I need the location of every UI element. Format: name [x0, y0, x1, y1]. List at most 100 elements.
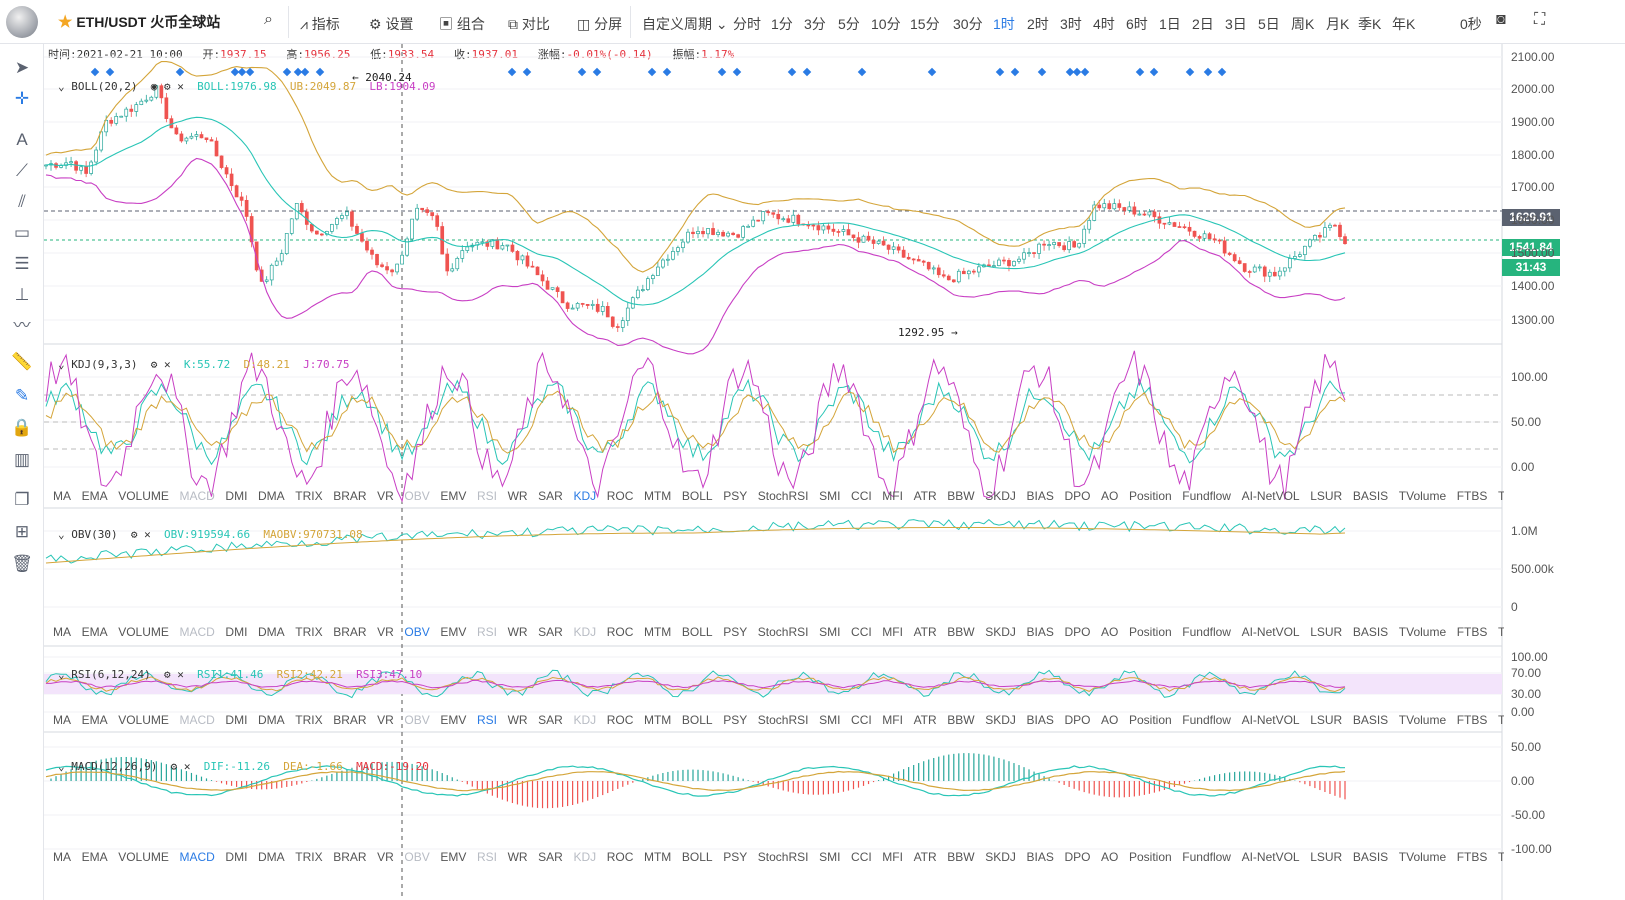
indicator-tab-psy[interactable]: PSY [723, 489, 747, 503]
indicator-tab-skdj[interactable]: SKDJ [985, 850, 1016, 864]
period-7[interactable]: 1时 [993, 14, 1015, 34]
period-10[interactable]: 4时 [1093, 14, 1115, 34]
indicator-tab-cci[interactable]: CCI [851, 489, 872, 503]
indicator-tab-sar[interactable]: SAR [538, 713, 563, 727]
indicator-tab-volume[interactable]: VOLUME [118, 850, 169, 864]
indicator-tab-tvolume[interactable]: TVolume [1399, 713, 1446, 727]
indicator-tab-ema[interactable]: EMA [82, 713, 108, 727]
indicator-tab-ftbs[interactable]: FTBS [1457, 713, 1488, 727]
indicator-tab-ai-netvol[interactable]: AI-NetVOL [1242, 489, 1300, 503]
period-0[interactable]: 分时 [733, 14, 761, 34]
indicator-tab-boll[interactable]: BOLL [682, 625, 713, 639]
indicator-tab-ma[interactable]: MA [53, 713, 71, 727]
indicator-tab-wr[interactable]: WR [508, 625, 528, 639]
period-4[interactable]: 10分 [871, 14, 901, 34]
period-14[interactable]: 3日 [1225, 14, 1247, 34]
indicator-tab-macd[interactable]: MACD [179, 489, 214, 503]
indicator-tab-vr[interactable]: VR [377, 850, 394, 864]
indicator-tab-position[interactable]: Position [1129, 713, 1172, 727]
indicator-tab-bias[interactable]: BIAS [1026, 850, 1053, 864]
indicator-tab-roc[interactable]: ROC [607, 489, 634, 503]
indicator-tab-vr[interactable]: VR [377, 625, 394, 639]
indicator-tab-tvolume[interactable]: TVolume [1399, 625, 1446, 639]
indicator-tab-position[interactable]: Position [1129, 850, 1172, 864]
fullscreen-icon[interactable]: ⛶ [1534, 11, 1545, 29]
combine-button[interactable]: ▣ 组合 [439, 14, 485, 34]
camera-icon[interactable]: ◙ [1496, 11, 1506, 29]
indicator-tab-ftbs[interactable]: FTBS [1457, 489, 1488, 503]
indicator-tab-bias[interactable]: BIAS [1026, 713, 1053, 727]
indicator-tab-trix[interactable]: TRIX [295, 713, 322, 727]
indicator-tab-mtm[interactable]: MTM [644, 489, 671, 503]
period-18[interactable]: 季K [1358, 14, 1381, 34]
indicator-tab-atr[interactable]: ATR [914, 850, 937, 864]
ruler-icon[interactable]: 📏 [10, 350, 34, 374]
layers-icon[interactable]: ⊞ [10, 520, 34, 544]
indicator-tab-volume[interactable]: VOLUME [118, 625, 169, 639]
indicator-tab-dma[interactable]: DMA [258, 489, 285, 503]
indicator-tab-lsur[interactable]: LSUR [1310, 850, 1342, 864]
indicator-tab-sar[interactable]: SAR [538, 850, 563, 864]
indicator-tab-bias[interactable]: BIAS [1026, 489, 1053, 503]
indicator-tab-position[interactable]: Position [1129, 489, 1172, 503]
indicator-tab-sar[interactable]: SAR [538, 489, 563, 503]
indicator-tab-atr[interactable]: ATR [914, 713, 937, 727]
indicator-tab-cci[interactable]: CCI [851, 850, 872, 864]
settings-button[interactable]: ⚙ 设置 [369, 14, 413, 34]
period-8[interactable]: 2时 [1027, 14, 1049, 34]
indicator-tab-ema[interactable]: EMA [82, 489, 108, 503]
indicator-tab-obv[interactable]: OBV [404, 625, 429, 639]
indicator-tab-trix[interactable]: TRIX [295, 489, 322, 503]
indicator-tab-stochrsi[interactable]: StochRSI [758, 713, 809, 727]
indicator-tab-roc[interactable]: ROC [607, 625, 634, 639]
indicator-tab-dpo[interactable]: DPO [1064, 850, 1090, 864]
indicator-tab-smi[interactable]: SMI [819, 489, 840, 503]
indicator-tab-dma[interactable]: DMA [258, 625, 285, 639]
cursor-icon[interactable]: ➤ [10, 56, 34, 80]
indicator-tab-vr[interactable]: VR [377, 713, 394, 727]
indicator-tab-basis[interactable]: BASIS [1353, 713, 1388, 727]
indicator-tab-ttsi[interactable]: TTSI [1498, 489, 1504, 503]
indicator-tab-rsi[interactable]: RSI [477, 625, 497, 639]
indicator-tab-dmi[interactable]: DMI [225, 625, 247, 639]
indicator-tab-ai-netvol[interactable]: AI-NetVOL [1242, 625, 1300, 639]
indicator-tab-ma[interactable]: MA [53, 850, 71, 864]
indicator-tab-ttsi[interactable]: TTSI [1498, 625, 1504, 639]
indicator-tab-macd[interactable]: MACD [179, 713, 214, 727]
period-12[interactable]: 1日 [1159, 14, 1181, 34]
indicator-tab-rsi[interactable]: RSI [477, 850, 497, 864]
indicator-tab-fundflow[interactable]: Fundflow [1182, 713, 1231, 727]
indicator-tab-ma[interactable]: MA [53, 625, 71, 639]
period-19[interactable]: 年K [1392, 14, 1415, 34]
indicator-tab-atr[interactable]: ATR [914, 489, 937, 503]
indicator-tab-fundflow[interactable]: Fundflow [1182, 489, 1231, 503]
custom-period-dropdown[interactable]: 自定义周期 ⌄ [642, 14, 728, 34]
indicator-tab-stochrsi[interactable]: StochRSI [758, 489, 809, 503]
indicator-tab-brar[interactable]: BRAR [333, 489, 366, 503]
indicator-tab-roc[interactable]: ROC [607, 850, 634, 864]
indicator-tab-lsur[interactable]: LSUR [1310, 713, 1342, 727]
period-6[interactable]: 30分 [953, 14, 983, 34]
indicator-tab-dma[interactable]: DMA [258, 713, 285, 727]
indicator-tab-fundflow[interactable]: Fundflow [1182, 625, 1231, 639]
indicator-tab-bbw[interactable]: BBW [947, 713, 974, 727]
parallel-channel-icon[interactable]: ⫽ [10, 190, 34, 214]
indicator-tab-dmi[interactable]: DMI [225, 713, 247, 727]
period-9[interactable]: 3时 [1060, 14, 1082, 34]
indicator-tab-wr[interactable]: WR [508, 713, 528, 727]
lock-icon[interactable]: 🔒 [10, 416, 34, 440]
indicator-tab-dpo[interactable]: DPO [1064, 713, 1090, 727]
indicators-button[interactable]: ⩘ 指标 [300, 14, 340, 34]
indicator-tab-brar[interactable]: BRAR [333, 713, 366, 727]
indicator-tab-macd[interactable]: MACD [179, 625, 214, 639]
indicator-tab-smi[interactable]: SMI [819, 625, 840, 639]
indicator-tab-psy[interactable]: PSY [723, 713, 747, 727]
indicator-tab-basis[interactable]: BASIS [1353, 625, 1388, 639]
indicator-tab-emv[interactable]: EMV [440, 489, 466, 503]
period-2[interactable]: 3分 [804, 14, 826, 34]
indicator-tab-ema[interactable]: EMA [82, 625, 108, 639]
indicator-tab-bias[interactable]: BIAS [1026, 625, 1053, 639]
indicator-tab-boll[interactable]: BOLL [682, 850, 713, 864]
indicator-tab-stochrsi[interactable]: StochRSI [758, 625, 809, 639]
indicator-tab-basis[interactable]: BASIS [1353, 489, 1388, 503]
